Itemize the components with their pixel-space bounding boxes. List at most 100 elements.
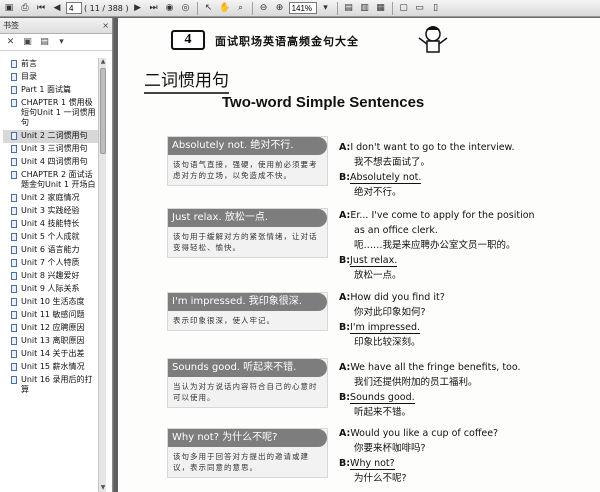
hand-tool-icon[interactable]: ✋ bbox=[218, 2, 232, 15]
bookmark-page-icon bbox=[11, 272, 17, 280]
scrollbar-thumb[interactable] bbox=[100, 68, 106, 154]
phrase-card: I'm impressed. 我印象很深. 表示印象很深，使人牢记。 bbox=[167, 292, 328, 331]
zoom-out-icon[interactable]: ⊖ bbox=[257, 2, 271, 15]
bookmark-item[interactable]: Unit 9 人际关系 bbox=[3, 283, 98, 296]
bookmark-page-icon bbox=[11, 363, 17, 371]
bookmark-item[interactable]: Unit 10 生活态度 bbox=[3, 296, 98, 309]
bookmark-page-icon bbox=[11, 376, 17, 384]
bookmark-item[interactable]: Unit 4 四词惯用句 bbox=[3, 156, 98, 169]
toolbar-divider bbox=[391, 1, 393, 15]
dialogue-line-cn: 放松一点。 bbox=[354, 270, 402, 281]
bookmark-label: Unit 3 三词惯用句 bbox=[21, 144, 88, 153]
dialogue-line-cn: 听起来不错。 bbox=[354, 407, 412, 418]
bookmark-page-icon bbox=[11, 86, 17, 94]
fit-page-icon[interactable]: ▥ bbox=[358, 2, 372, 15]
bookmark-label: Unit 15 薪水情况 bbox=[21, 362, 85, 371]
bookmark-item[interactable]: Unit 15 薪水情况 bbox=[3, 361, 98, 374]
dialogue-block: A:Would you like a cup of coffee? 你要来杯咖啡… bbox=[339, 426, 575, 486]
bookmark-page-icon bbox=[11, 171, 17, 179]
scroll-down-icon[interactable]: ▼ bbox=[99, 484, 107, 492]
phrase-card-heading: Why not? 为什么不呢? bbox=[168, 429, 327, 447]
dialogue-line-cn: 你要来杯咖啡吗? bbox=[354, 443, 426, 454]
bookmark-item[interactable]: Unit 14 关于出差 bbox=[3, 348, 98, 361]
toolbar: ▣ ⎙ ⏮ ◀ ( 11 / 388 ) ▶ ⏭ ◉ ◎ ↖ ✋ ⌕ ⊖ ⊕ ▾… bbox=[0, 0, 600, 17]
save-icon[interactable]: ▣ bbox=[2, 2, 16, 15]
bookmarks-panel: 书签 × ✕ ▣ ▤ ▾ 前言 目录 Part 1 面试篇 CHAPTER 1 惯用极… bbox=[0, 18, 113, 492]
bookmark-label: Unit 2 家庭情况 bbox=[21, 193, 80, 202]
expand-bookmark-icon[interactable]: ▣ bbox=[21, 37, 34, 48]
bookmark-label: Part 1 面试篇 bbox=[21, 85, 71, 94]
bookmarks-title: 书签 bbox=[3, 21, 19, 30]
first-page-icon[interactable]: ⏮ bbox=[34, 2, 48, 15]
speaker-b: B: bbox=[339, 172, 351, 183]
single-page-icon[interactable]: ▢ bbox=[397, 2, 411, 15]
two-page-icon[interactable]: ▯ bbox=[429, 2, 443, 15]
bookmark-item[interactable]: CHAPTER 2 面试话题金句Unit 1 开场白 bbox=[3, 169, 98, 192]
bookmark-item[interactable]: Unit 13 离职原因 bbox=[3, 335, 98, 348]
phrase-card-heading: Just relax. 放松一点. bbox=[168, 209, 327, 227]
bookmark-label: Unit 14 关于出差 bbox=[21, 349, 85, 358]
phrase-card-note: 当认为对方说话内容符合自己的心意时可以使用。 bbox=[173, 382, 318, 402]
bookmark-label: Unit 4 技能特长 bbox=[21, 219, 80, 228]
dialogue-line-cn: 呃……我是来应聘办公室文员一职的。 bbox=[354, 240, 516, 251]
phrase-card: Just relax. 放松一点. 该句用于缓解对方的紧张情绪，让对话变得轻松、… bbox=[167, 208, 328, 258]
next-page-icon[interactable]: ▶ bbox=[131, 2, 145, 15]
forward-icon[interactable]: ◎ bbox=[179, 2, 193, 15]
previous-page-icon[interactable]: ◀ bbox=[50, 2, 64, 15]
bookmark-list: 前言 目录 Part 1 面试篇 CHAPTER 1 惯用极短句Unit 1 一词惯用… bbox=[3, 58, 98, 492]
zoom-dropdown-icon[interactable]: ▾ bbox=[319, 2, 333, 15]
phrase-card-heading: I'm impressed. 我印象很深. bbox=[168, 293, 327, 311]
bookmark-page-icon bbox=[11, 259, 17, 267]
phrase-card-heading: Sounds good. 听起来不错. bbox=[168, 359, 327, 377]
bookmark-item[interactable]: Unit 6 语言能力 bbox=[3, 244, 98, 257]
bookmark-options-icon[interactable]: ▾ bbox=[55, 37, 68, 48]
bookmarks-scrollbar[interactable]: ▲ ▼ bbox=[98, 58, 106, 492]
phrase-card-note: 该句语气直接，强硬，使用前必须要考虑对方的立场，以免造成不快。 bbox=[173, 160, 318, 180]
bookmark-item[interactable]: Unit 12 应聘原因 bbox=[3, 322, 98, 335]
cartoon-figure-icon bbox=[418, 26, 448, 53]
phrase-card: Absolutely not. 绝对不行. 该句语气直接，强硬，使用前必须要考虑… bbox=[167, 136, 328, 186]
zoom-in-icon[interactable]: ⊕ bbox=[273, 2, 287, 15]
delete-bookmark-icon[interactable]: ✕ bbox=[4, 37, 17, 48]
bookmark-label: Unit 13 离职原因 bbox=[21, 336, 85, 345]
speaker-b: B: bbox=[339, 392, 351, 403]
select-tool-icon[interactable]: ↖ bbox=[202, 2, 216, 15]
new-bookmark-icon[interactable]: ▤ bbox=[38, 37, 51, 48]
bookmark-item[interactable]: Unit 4 技能特长 bbox=[3, 218, 98, 231]
bookmark-label: Unit 8 兴趣爱好 bbox=[21, 271, 80, 280]
bookmark-item[interactable]: Unit 16 录用后的打算 bbox=[3, 374, 98, 397]
zoom-tool-icon[interactable]: ⌕ bbox=[234, 2, 248, 15]
bookmark-item[interactable]: Unit 8 兴趣爱好 bbox=[3, 270, 98, 283]
toolbar-divider bbox=[336, 1, 338, 15]
bookmark-item[interactable]: Unit 3 三词惯用句 bbox=[3, 143, 98, 156]
pdf-reader-window: ▣ ⎙ ⏮ ◀ ( 11 / 388 ) ▶ ⏭ ◉ ◎ ↖ ✋ ⌕ ⊖ ⊕ ▾… bbox=[0, 0, 600, 492]
bookmark-item[interactable]: Part 1 面试篇 bbox=[3, 84, 98, 97]
actual-size-icon[interactable]: ▤ bbox=[342, 2, 356, 15]
continuous-page-icon[interactable]: ▭ bbox=[413, 2, 427, 15]
bookmark-page-icon bbox=[11, 207, 17, 215]
bookmark-item[interactable]: 目录 bbox=[3, 71, 98, 84]
bookmark-page-icon bbox=[11, 350, 17, 358]
phrase-card: Why not? 为什么不呢? 该句多用于回答对方提出的邀请或建议，表示同意的意… bbox=[167, 428, 328, 478]
bookmark-item[interactable]: Unit 5 个人成就 bbox=[3, 231, 98, 244]
dialogue-phrase-en: I'm impressed. bbox=[350, 322, 420, 334]
close-icon[interactable]: × bbox=[102, 21, 109, 30]
fit-width-icon[interactable]: ▦ bbox=[374, 2, 388, 15]
bookmark-item[interactable]: Unit 2 二词惯用句 bbox=[3, 130, 98, 143]
page-number-input[interactable] bbox=[66, 2, 82, 14]
bookmark-item[interactable]: Unit 7 个人特质 bbox=[3, 257, 98, 270]
bookmark-item[interactable]: Unit 2 家庭情况 bbox=[3, 192, 98, 205]
bookmark-item[interactable]: CHAPTER 1 惯用极短句Unit 1 一词惯用句 bbox=[3, 97, 98, 130]
zoom-input[interactable] bbox=[288, 2, 317, 14]
back-icon[interactable]: ◉ bbox=[163, 2, 177, 15]
bookmark-item[interactable]: Unit 11 敏感问题 bbox=[3, 309, 98, 322]
phrase-card-note: 该句用于缓解对方的紧张情绪，让对话变得轻松、愉快。 bbox=[173, 232, 318, 252]
document-view[interactable]: 4 面试职场英语高频金句大全 二词惯用句 Two-word Simple Sen… bbox=[114, 18, 600, 492]
last-page-icon[interactable]: ⏭ bbox=[147, 2, 161, 15]
scroll-up-icon[interactable]: ▲ bbox=[99, 58, 107, 66]
print-icon[interactable]: ⎙ bbox=[18, 2, 32, 15]
bookmark-item[interactable]: 前言 bbox=[3, 58, 98, 71]
bookmark-item[interactable]: Unit 3 实践经验 bbox=[3, 205, 98, 218]
dialogue-line-en: Er... I've come to apply for the positio… bbox=[350, 210, 535, 221]
bookmarks-toolbar: ✕ ▣ ▤ ▾ bbox=[0, 34, 112, 51]
